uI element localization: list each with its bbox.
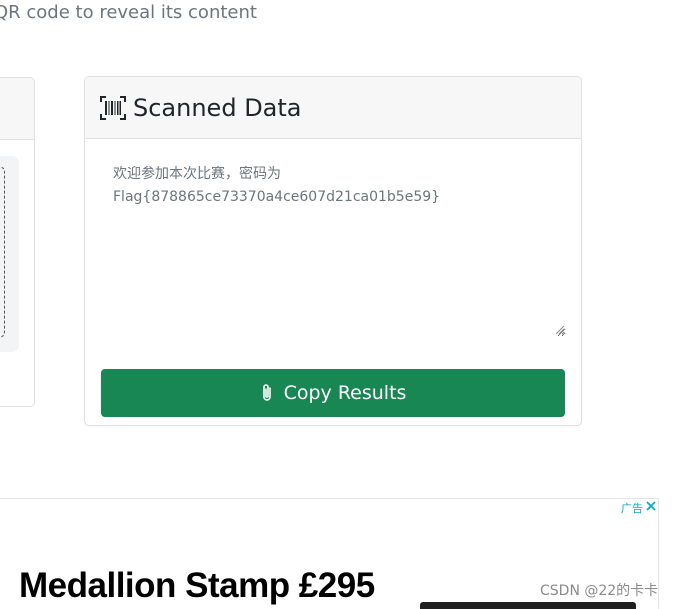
page-root: QR code to reveal its content Scanned Da… [0,0,689,609]
upload-card-header [0,78,34,140]
qr-drop-zone[interactable] [0,166,5,338]
close-icon[interactable] [645,500,657,512]
scanned-data-title: Scanned Data [133,94,302,122]
ad-headline[interactable]: Medallion Stamp £295 [19,566,375,606]
copy-results-button[interactable]: Copy Results [101,369,565,417]
page-subtitle: QR code to reveal its content [0,2,257,23]
ad-image-strip[interactable] [420,602,636,609]
scanned-data-card: Scanned Data 欢迎参加本次比赛，密码为 Flag{878865ce7… [84,76,582,426]
paperclip-icon [262,384,271,401]
upload-card [0,77,35,407]
scan-result-textarea[interactable]: 欢迎参加本次比赛，密码为 Flag{878865ce73370a4ce607d2… [101,155,566,337]
ad-label: 广告 [621,502,643,515]
scanned-data-header: Scanned Data [85,77,581,139]
resize-grip-icon[interactable] [553,323,565,335]
copy-results-label: Copy Results [283,382,407,404]
watermark: CSDN @22的卡卡 [540,583,659,599]
barcode-scan-icon [100,96,126,120]
